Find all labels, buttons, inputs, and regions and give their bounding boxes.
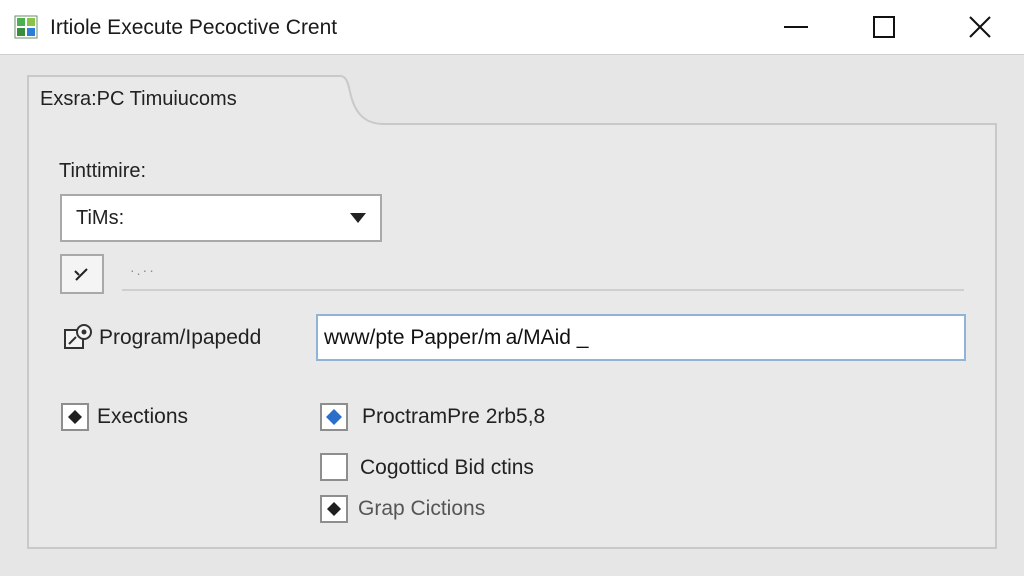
program-path-input[interactable] [316,314,966,361]
tab-title[interactable]: Exsra:PC Timuiucoms [40,88,237,111]
dropdown-button[interactable] [336,196,380,240]
wand-icon [74,268,88,281]
program-label: Program/Ipapedd [99,326,262,349]
group-checkbox[interactable] [320,495,348,523]
timing-select-value: TiMs: [76,207,125,229]
program-icon [64,324,92,349]
tool-button[interactable] [60,254,104,294]
cogotticd-label: Cogotticd Bid ctins [360,456,534,479]
timing-select[interactable]: TiMs: [60,194,382,242]
checkmark-diamond-icon [326,409,342,425]
programpre-label: ProctramPre 2rb5,8 [362,405,546,428]
tab-panel [27,75,997,549]
timing-label: Tinttimire: [59,160,147,182]
separator-dots: ·.·· [130,262,156,278]
executions-checkbox[interactable] [61,403,89,431]
chevron-down-icon [350,213,366,223]
checkmark-diamond-icon [68,410,82,424]
executions-label: Exections [97,405,189,428]
checkmark-diamond-icon [327,502,341,516]
cogotticd-checkbox[interactable] [320,453,348,481]
group-label: Grap Cictions [358,497,486,520]
divider [122,289,964,291]
programpre-checkbox[interactable] [320,403,348,431]
